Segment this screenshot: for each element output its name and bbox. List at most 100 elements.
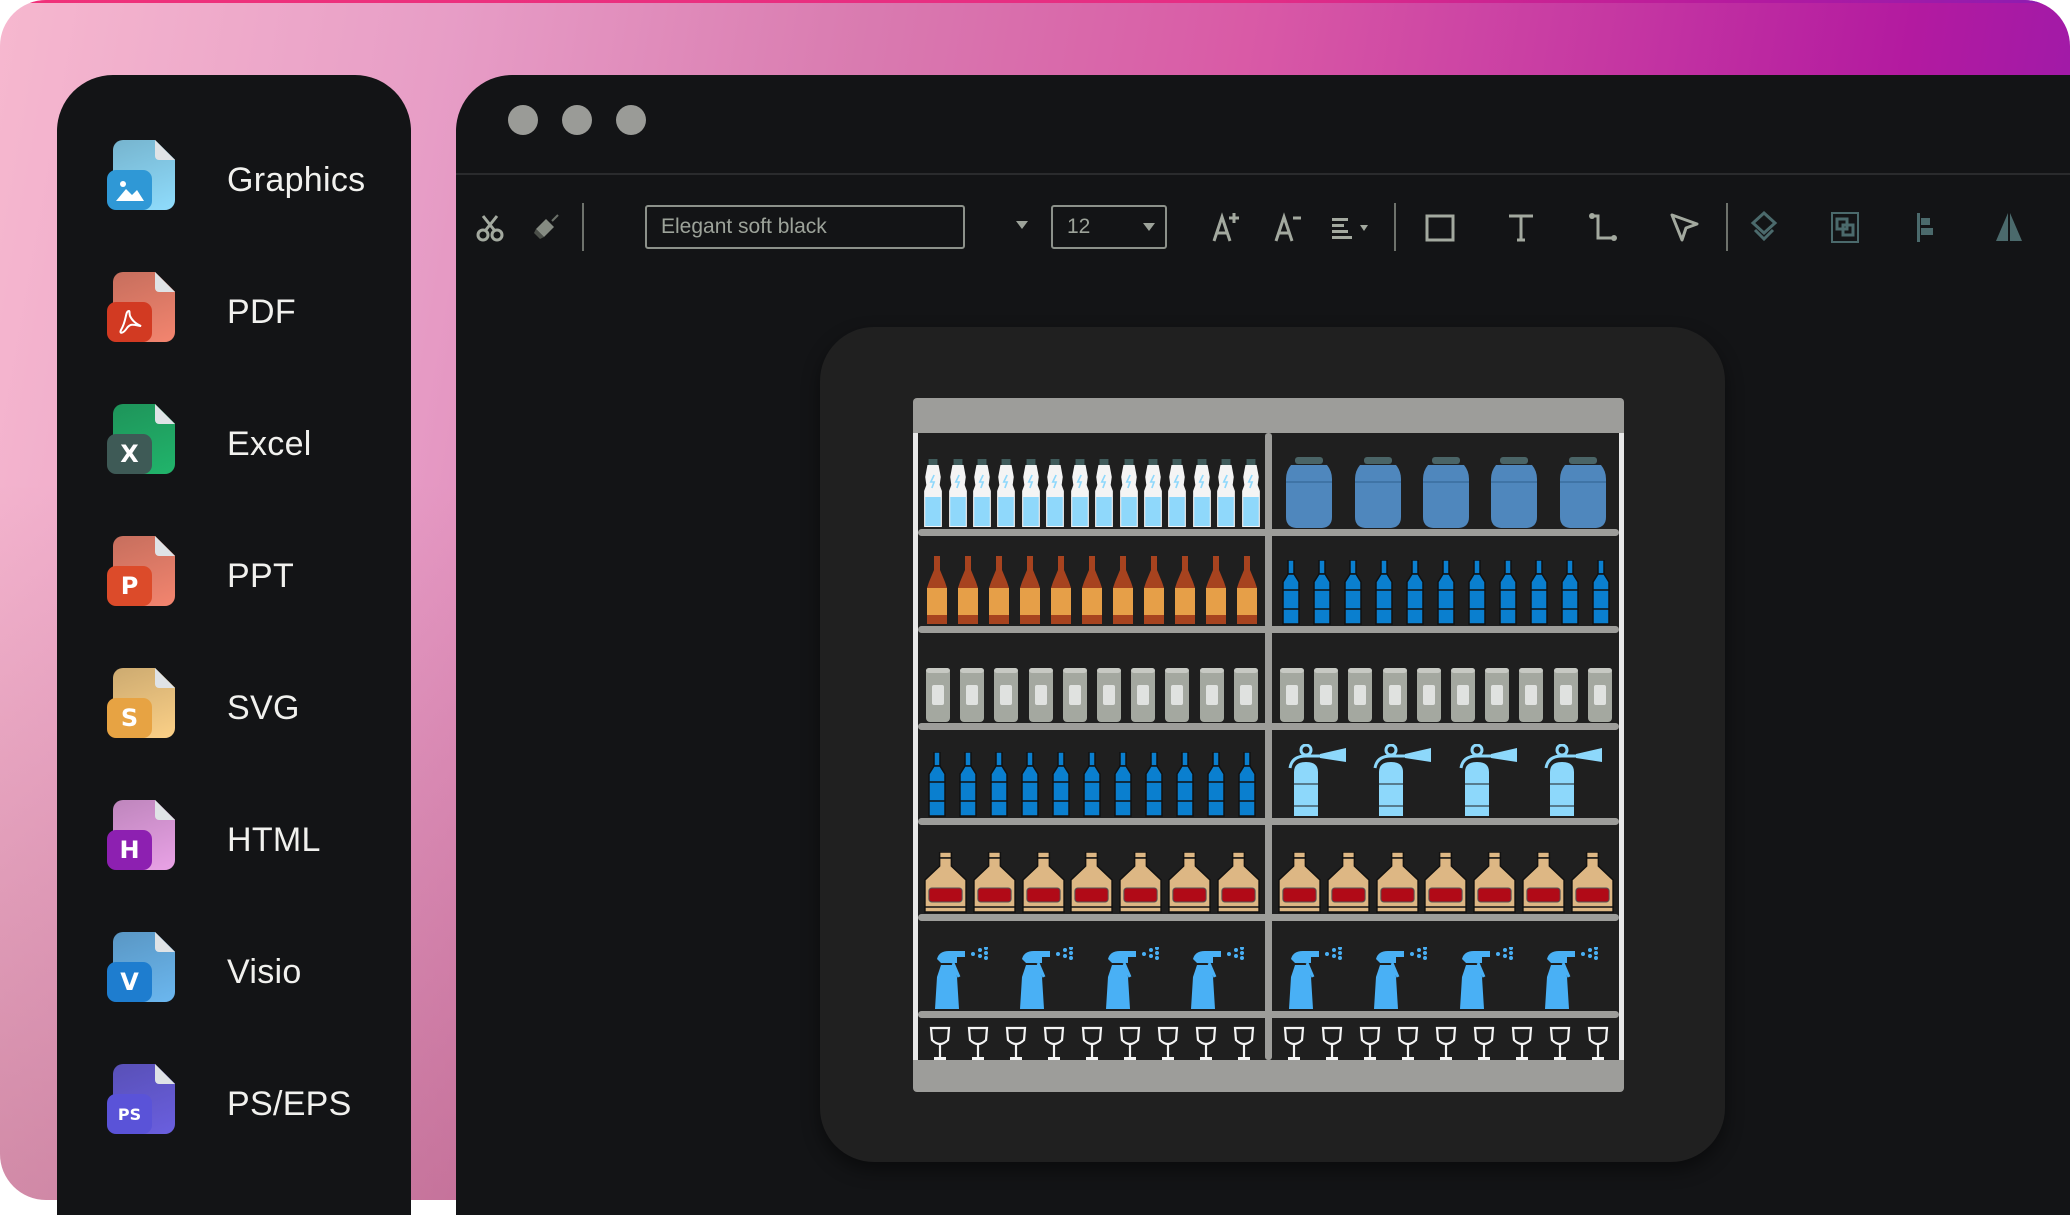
increase-font-button[interactable] — [1204, 205, 1248, 249]
wine-glass[interactable] — [1473, 1026, 1495, 1060]
spray-bottle[interactable] — [1372, 947, 1434, 1011]
text-tool-button[interactable] — [1499, 205, 1543, 249]
sauce-bottle[interactable] — [1326, 852, 1371, 914]
blue-bottle[interactable] — [1207, 752, 1225, 818]
connector-tool-button[interactable] — [1581, 205, 1625, 249]
layers-button[interactable] — [1742, 205, 1786, 249]
wine-glass[interactable] — [1283, 1026, 1305, 1060]
select-tool-button[interactable] — [1662, 205, 1706, 249]
sauce-bottle[interactable] — [1423, 852, 1468, 914]
sidebar-item-html[interactable]: H HTML — [107, 795, 397, 885]
beer-bottle[interactable] — [926, 556, 948, 626]
can[interactable] — [1347, 667, 1373, 723]
diagram-canvas[interactable] — [820, 327, 1725, 1162]
spray-bottle[interactable] — [1189, 947, 1251, 1011]
sauce-bottle[interactable] — [1069, 852, 1114, 914]
can[interactable] — [959, 667, 985, 723]
wine-glass[interactable] — [1511, 1026, 1533, 1060]
flip-button[interactable] — [1987, 205, 2031, 249]
can[interactable] — [1450, 667, 1476, 723]
font-family-select[interactable]: Elegant soft black — [645, 205, 965, 249]
jar[interactable] — [1559, 457, 1606, 529]
fire-extinguisher[interactable] — [1286, 744, 1350, 818]
blue-bottle[interactable] — [1052, 752, 1070, 818]
sidebar-item-graphics[interactable]: Graphics — [107, 135, 397, 225]
water-bottle[interactable] — [923, 459, 943, 529]
wine-glass[interactable] — [1005, 1026, 1027, 1060]
jar[interactable] — [1286, 457, 1333, 529]
can[interactable] — [1484, 667, 1510, 723]
format-painter-button[interactable] — [524, 205, 568, 249]
blue-bottle[interactable] — [1375, 560, 1393, 626]
sauce-bottle[interactable] — [1167, 852, 1212, 914]
fire-extinguisher[interactable] — [1457, 744, 1521, 818]
cut-button[interactable] — [468, 205, 512, 249]
can[interactable] — [1416, 667, 1442, 723]
spray-bottle[interactable] — [1018, 947, 1080, 1011]
wine-glass[interactable] — [1321, 1026, 1343, 1060]
beer-bottle[interactable] — [1205, 556, 1227, 626]
can[interactable] — [1199, 667, 1225, 723]
jar[interactable] — [1491, 457, 1538, 529]
fire-extinguisher[interactable] — [1371, 744, 1435, 818]
wine-glass[interactable] — [1587, 1026, 1609, 1060]
blue-bottle[interactable] — [1021, 752, 1039, 818]
water-bottle[interactable] — [1192, 459, 1212, 529]
sauce-bottle[interactable] — [1521, 852, 1566, 914]
group-button[interactable] — [1823, 205, 1867, 249]
align-objects-button[interactable] — [1905, 205, 1949, 249]
font-size-select[interactable]: 12 — [1051, 205, 1167, 249]
blue-bottle[interactable] — [1312, 560, 1331, 626]
wine-glass[interactable] — [1081, 1026, 1103, 1060]
blue-bottle[interactable] — [1114, 752, 1132, 818]
blue-bottle[interactable] — [1592, 560, 1611, 626]
water-bottle[interactable] — [1143, 459, 1163, 529]
sauce-bottle[interactable] — [923, 852, 968, 914]
blue-bottle[interactable] — [1468, 560, 1486, 626]
water-bottle[interactable] — [1070, 459, 1090, 529]
sauce-bottle[interactable] — [1472, 852, 1517, 914]
sidebar-item-excel[interactable]: X Excel — [107, 399, 397, 489]
can[interactable] — [1313, 667, 1339, 723]
blue-bottle[interactable] — [1083, 752, 1101, 818]
water-bottle[interactable] — [948, 459, 968, 529]
blue-bottle[interactable] — [1530, 560, 1548, 626]
water-bottle[interactable] — [1216, 459, 1236, 529]
spray-bottle[interactable] — [1543, 947, 1605, 1011]
wine-glass[interactable] — [1359, 1026, 1381, 1060]
wine-glass[interactable] — [1195, 1026, 1217, 1060]
water-bottle[interactable] — [1045, 459, 1065, 529]
water-bottle[interactable] — [1167, 459, 1187, 529]
blue-bottle[interactable] — [1176, 752, 1194, 818]
sauce-bottle[interactable] — [1277, 852, 1322, 914]
water-bottle[interactable] — [996, 459, 1016, 529]
blue-bottle[interactable] — [1499, 560, 1517, 626]
can[interactable] — [1096, 667, 1122, 723]
wine-glass[interactable] — [1549, 1026, 1571, 1060]
wine-glass[interactable] — [1119, 1026, 1141, 1060]
water-bottle[interactable] — [972, 459, 992, 529]
beer-bottle[interactable] — [1019, 556, 1041, 626]
wine-glass[interactable] — [1233, 1026, 1255, 1060]
can[interactable] — [1062, 667, 1088, 723]
wine-glass[interactable] — [1397, 1026, 1419, 1060]
wine-glass[interactable] — [967, 1026, 989, 1060]
beer-bottle[interactable] — [1236, 556, 1258, 626]
align-text-button[interactable] — [1324, 205, 1380, 249]
sidebar-item-visio[interactable]: V Visio — [107, 927, 397, 1017]
spray-bottle[interactable] — [1458, 947, 1520, 1011]
sauce-bottle[interactable] — [1216, 852, 1261, 914]
wine-glass[interactable] — [1043, 1026, 1065, 1060]
sidebar-item-pdf[interactable]: PDF — [107, 267, 397, 357]
blue-bottle[interactable] — [1238, 752, 1257, 818]
can[interactable] — [1279, 667, 1305, 723]
jar[interactable] — [1422, 457, 1469, 529]
beer-bottle[interactable] — [1081, 556, 1103, 626]
sidebar-item-svg[interactable]: S SVG — [107, 663, 397, 753]
beer-bottle[interactable] — [1174, 556, 1196, 626]
can[interactable] — [1130, 667, 1156, 723]
wine-glass[interactable] — [1435, 1026, 1457, 1060]
spray-bottle[interactable] — [1287, 947, 1349, 1011]
spray-bottle[interactable] — [1104, 947, 1166, 1011]
sauce-bottle[interactable] — [1021, 852, 1066, 914]
